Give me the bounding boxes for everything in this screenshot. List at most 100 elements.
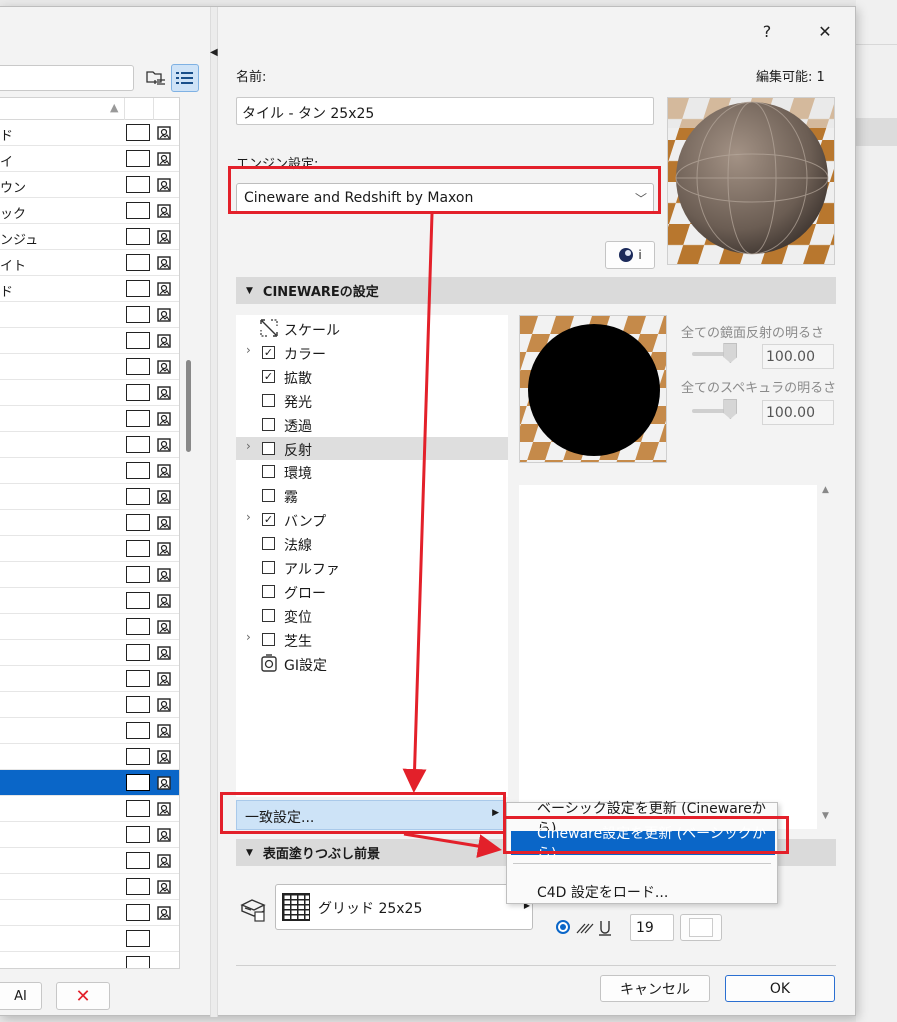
material-list-row[interactable] <box>0 926 179 952</box>
material-list-row[interactable] <box>0 458 179 484</box>
material-list-row[interactable]: ック <box>0 198 179 224</box>
material-list-row[interactable] <box>0 900 179 926</box>
channel-row[interactable]: グロー <box>236 580 508 603</box>
scroll-down-icon[interactable]: ▼ <box>822 811 829 821</box>
material-list-row[interactable] <box>0 484 179 510</box>
ok-button[interactable]: OK <box>725 975 835 1002</box>
material-list-row[interactable]: イ <box>0 146 179 172</box>
material-list-row[interactable] <box>0 380 179 406</box>
channel-row[interactable]: 発光 <box>236 389 508 412</box>
channel-row[interactable]: スケール <box>236 317 508 340</box>
material-list-row[interactable] <box>0 796 179 822</box>
channel-checkbox[interactable] <box>262 417 275 431</box>
material-list-row[interactable] <box>0 822 179 848</box>
channel-checkbox[interactable] <box>262 537 275 551</box>
channel-checkbox[interactable] <box>262 441 275 455</box>
material-list-row[interactable] <box>0 952 179 968</box>
fill-pattern-select[interactable]: グリッド 25x25 ▶ <box>275 884 533 930</box>
channel-row[interactable]: 環境 <box>236 460 508 483</box>
material-preview-icon <box>157 178 171 192</box>
material-list-row[interactable] <box>0 770 179 796</box>
match-settings-button[interactable]: 一致設定... ▶ <box>236 800 504 830</box>
cancel-button[interactable]: キャンセル <box>600 975 710 1002</box>
material-list-row[interactable] <box>0 588 179 614</box>
material-list-row[interactable] <box>0 510 179 536</box>
cineware-section-title: CINEWAREの設定 <box>262 285 379 300</box>
channel-checkbox[interactable] <box>262 608 275 622</box>
material-list-row[interactable]: イト <box>0 250 179 276</box>
channel-checkbox[interactable] <box>262 489 275 503</box>
channel-checkbox[interactable]: ✓ <box>262 369 275 383</box>
material-list-row[interactable] <box>0 640 179 666</box>
material-list-row[interactable] <box>0 718 179 744</box>
close-button[interactable]: ✕ <box>810 17 840 45</box>
channel-checkbox[interactable] <box>262 632 275 646</box>
specular2-slider-thumb[interactable] <box>723 399 738 419</box>
channel-row[interactable]: › 反射 <box>236 436 508 460</box>
chevron-right-icon[interactable]: › <box>246 439 251 453</box>
material-list-row[interactable] <box>0 692 179 718</box>
fill-pattern-icon <box>126 852 150 869</box>
list-scrollbar[interactable] <box>186 360 191 452</box>
chevron-right-icon[interactable]: › <box>246 510 251 524</box>
specular-slider-thumb[interactable] <box>723 343 738 363</box>
material-list-row[interactable] <box>0 614 179 640</box>
channel-checkbox[interactable] <box>262 465 275 479</box>
menu-item-update-cineware[interactable]: Cineware設定を更新 (ベーシックから) <box>511 826 775 862</box>
material-list-row[interactable] <box>0 562 179 588</box>
folder-view-button[interactable] <box>142 64 170 92</box>
material-list-row[interactable]: ド <box>0 276 179 302</box>
specular-value[interactable]: 100.00 <box>762 344 834 369</box>
channel-row[interactable]: 法線 <box>236 532 508 555</box>
channel-row[interactable]: › 芝生 <box>236 628 508 651</box>
channel-checkbox[interactable] <box>262 561 275 574</box>
collapse-left-icon[interactable]: ◀ <box>210 47 218 58</box>
channel-checkbox[interactable]: ✓ <box>262 345 275 359</box>
channel-row[interactable]: 透過 <box>236 413 508 436</box>
channel-row[interactable]: ✓ 拡散 <box>236 365 508 388</box>
cineware-section-header[interactable]: ▼ CINEWAREの設定 <box>236 277 836 304</box>
material-list-row[interactable] <box>0 328 179 354</box>
pen-options-icon[interactable] <box>555 918 615 938</box>
search-input[interactable] <box>0 65 134 91</box>
material-list-row[interactable] <box>0 302 179 328</box>
material-list-row[interactable] <box>0 666 179 692</box>
material-list-row[interactable] <box>0 744 179 770</box>
material-preview-icon <box>157 516 171 530</box>
material-list-row[interactable] <box>0 874 179 900</box>
material-preview[interactable] <box>667 97 835 265</box>
font-button[interactable]: AI <box>0 982 42 1010</box>
chevron-right-icon[interactable]: › <box>246 630 251 644</box>
material-list-row[interactable]: ウン <box>0 172 179 198</box>
pen-number-field[interactable]: 19 <box>630 914 674 941</box>
channel-checkbox[interactable] <box>262 584 275 598</box>
channel-row[interactable]: GI設定 <box>236 652 508 675</box>
material-list-row[interactable] <box>0 432 179 458</box>
pane-splitter[interactable]: ◀ <box>210 7 218 1017</box>
channel-row[interactable]: › ✓ バンプ <box>236 508 508 531</box>
help-button[interactable]: ? <box>752 17 782 45</box>
channel-checkbox[interactable]: ✓ <box>262 513 275 527</box>
material-list-row[interactable] <box>0 406 179 432</box>
channel-row[interactable]: 霧 <box>236 484 508 507</box>
scroll-up-icon[interactable]: ▲ <box>822 485 829 495</box>
chevron-right-icon[interactable]: › <box>246 343 251 357</box>
material-list-row[interactable] <box>0 848 179 874</box>
material-list-row[interactable]: ンジュ <box>0 224 179 250</box>
channel-row[interactable]: › ✓ カラー <box>236 341 508 364</box>
channel-checkbox[interactable] <box>262 393 275 407</box>
material-list-row[interactable] <box>0 354 179 380</box>
material-list-row[interactable] <box>0 536 179 562</box>
channel-row[interactable]: アルファ <box>236 556 508 579</box>
delete-button[interactable]: ✕ <box>56 982 110 1010</box>
channel-row[interactable]: 変位 <box>236 604 508 627</box>
menu-item-load-c4d[interactable]: C4D 設定をロード... <box>507 880 777 904</box>
sort-up-icon[interactable]: ▲ <box>110 101 118 114</box>
list-view-button[interactable] <box>171 64 199 92</box>
material-list-row[interactable]: ド <box>0 120 179 146</box>
cineware-info-button[interactable]: i <box>605 241 655 269</box>
specular2-value[interactable]: 100.00 <box>762 400 834 425</box>
material-name-field[interactable]: タイル - タン 25x25 <box>236 97 654 125</box>
engine-select[interactable]: Cineware and Redshift by Maxon ﹀ <box>236 183 654 213</box>
pen-color-button[interactable] <box>680 914 722 941</box>
